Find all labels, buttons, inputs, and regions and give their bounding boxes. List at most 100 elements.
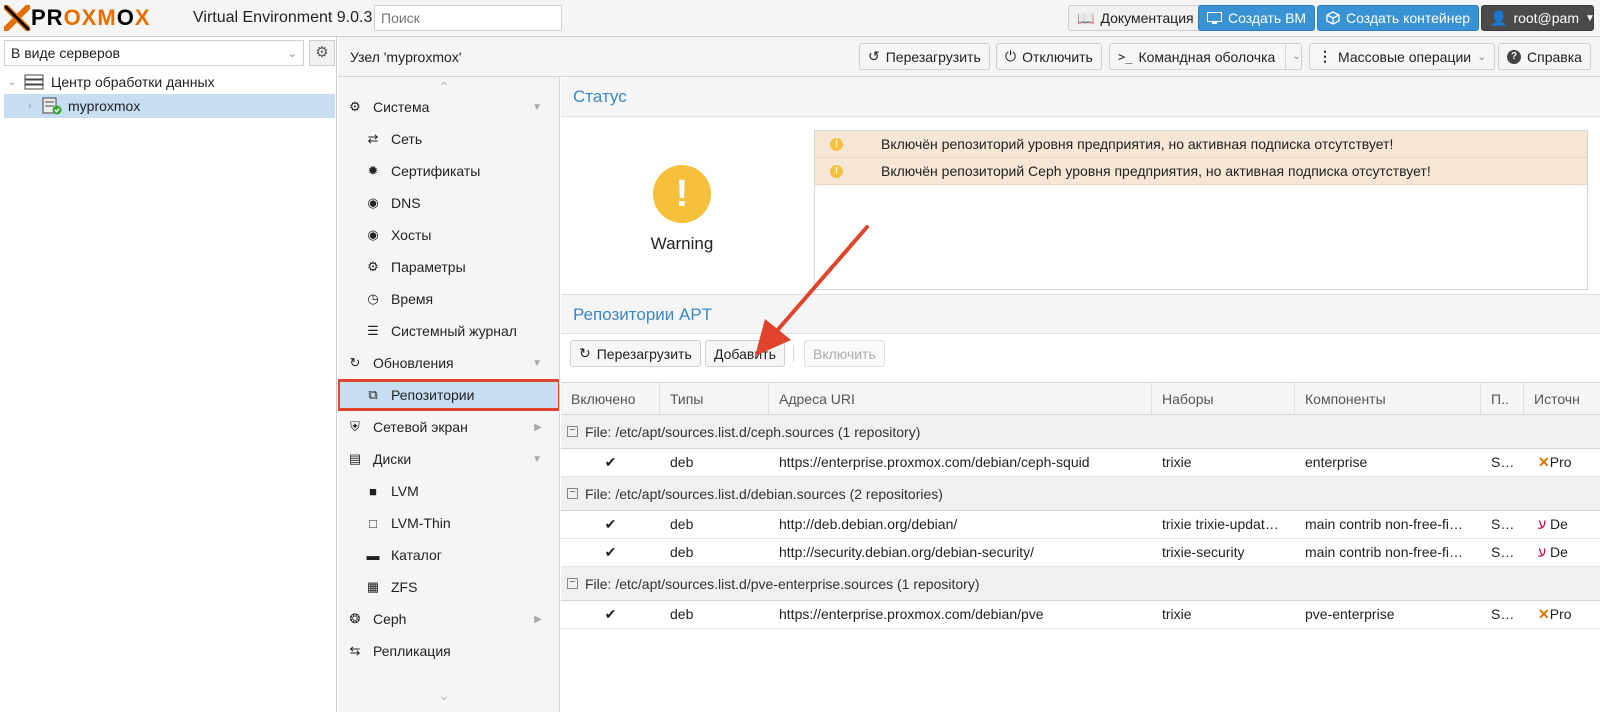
- table-row[interactable]: ✔ deb http://security.debian.org/debian-…: [561, 539, 1600, 567]
- nav-item-zfs[interactable]: ▦ ZFS: [338, 572, 559, 602]
- hdd-icon: ▤: [348, 451, 362, 466]
- nav-item-syslog[interactable]: ☰ Системный журнал: [338, 316, 559, 346]
- group-header[interactable]: − File: /etc/apt/sources.list.d/ceph.sou…: [561, 415, 1600, 449]
- column-header[interactable]: П..: [1481, 383, 1524, 415]
- scroll-down-icon[interactable]: ⌄: [438, 687, 450, 704]
- nav-item-hosts[interactable]: ◉ Хосты: [338, 220, 559, 250]
- nav-item-dns[interactable]: ◉ DNS: [338, 188, 559, 218]
- cell-p: S…: [1491, 516, 1515, 532]
- folder-icon: ▬: [366, 547, 380, 563]
- nav-item-options[interactable]: ⚙ Параметры: [338, 252, 559, 282]
- exchange-icon: ⇄: [367, 131, 379, 146]
- nav-item-certificates[interactable]: ✹ Сертификаты: [338, 156, 559, 186]
- group-header[interactable]: − File: /etc/apt/sources.list.d/pve-ente…: [561, 567, 1600, 601]
- nav-item-system[interactable]: ⚙ Система ▼: [338, 92, 559, 122]
- cell-origin: ✕Pro: [1538, 454, 1572, 470]
- version-label: Virtual Environment 9.0.3: [193, 9, 373, 26]
- bulk-actions-button[interactable]: ⋮ Массовые операции ⌄: [1309, 43, 1496, 70]
- chevron-down-icon[interactable]: ⌄: [1285, 44, 1301, 69]
- debian-swirl-icon: ע: [1538, 516, 1547, 532]
- grid-header: Включено Типы Адреса URI Наборы Компонен…: [561, 382, 1600, 415]
- help-button[interactable]: ? Справка: [1498, 43, 1591, 70]
- nav-item-lvm[interactable]: ■ LVM: [338, 476, 559, 506]
- cell-uri: http://deb.debian.org/debian/: [779, 516, 958, 532]
- column-header[interactable]: Типы: [660, 383, 769, 415]
- shield-icon: ⛨: [350, 419, 360, 434]
- status-message: ! Включён репозиторий Ceph уровня предпр…: [815, 158, 1587, 185]
- tree-item-datacenter[interactable]: ⌄ Центр обработки данных: [4, 70, 335, 94]
- cell-type: deb: [670, 606, 694, 622]
- nav-item-disks[interactable]: ▤ Диски ▼: [338, 444, 559, 474]
- warning-icon: !: [830, 164, 843, 178]
- user-icon: 👤: [1490, 9, 1508, 26]
- nav-item-time[interactable]: ◷ Время: [338, 284, 559, 314]
- shutdown-button[interactable]: ⏻ Отключить: [996, 43, 1102, 70]
- cell-suites: trixie trixie-updat…: [1162, 516, 1279, 532]
- documentation-button[interactable]: 📖 Документация: [1068, 5, 1203, 31]
- resource-tree-panel: В виде серверов ⌄ ⚙ ⌄ Центр обработки да…: [0, 37, 337, 712]
- debian-swirl-icon: ע: [1538, 544, 1547, 560]
- cell-origin: ע De: [1538, 544, 1568, 560]
- content-area: Статус ! Warning ! Включён репозиторий у…: [561, 77, 1600, 712]
- cell-suites: trixie: [1162, 606, 1192, 622]
- column-header[interactable]: Наборы: [1152, 383, 1295, 415]
- column-header[interactable]: Включено: [561, 383, 660, 415]
- table-row[interactable]: ✔ deb http://deb.debian.org/debian/ trix…: [561, 511, 1600, 539]
- collapse-icon: −: [567, 488, 578, 499]
- repo-icon: ⧉: [368, 387, 378, 402]
- column-header[interactable]: Источн: [1524, 383, 1600, 415]
- refresh-icon: ↻: [579, 345, 591, 361]
- globe-icon: ◉: [367, 195, 379, 210]
- node-nav-menu: ⌃ ⚙ Система ▼ ⇄ Сеть ✹ Сертификаты ◉ DNS…: [338, 77, 560, 712]
- tree-item-node[interactable]: › myproxmox: [4, 94, 335, 118]
- check-icon: ✔: [604, 544, 617, 560]
- group-header[interactable]: − File: /etc/apt/sources.list.d/debian.s…: [561, 477, 1600, 511]
- view-select[interactable]: В виде серверов ⌄: [4, 40, 304, 66]
- proxmox-logo[interactable]: PROXMOX: [4, 3, 151, 33]
- check-icon: ✔: [604, 516, 617, 532]
- cell-p: S…: [1491, 454, 1515, 470]
- table-row[interactable]: ✔ deb https://enterprise.proxmox.com/deb…: [561, 601, 1600, 629]
- nav-item-network[interactable]: ⇄ Сеть: [338, 124, 559, 154]
- power-icon: ⏻: [1005, 48, 1017, 64]
- tree-settings-button[interactable]: ⚙: [309, 40, 335, 66]
- user-menu-button[interactable]: 👤 root@pam ▼: [1481, 5, 1595, 31]
- terminal-icon: >_: [1118, 49, 1133, 64]
- column-header[interactable]: Адреса URI: [769, 383, 1152, 415]
- gear-icon: ⚙: [367, 259, 379, 274]
- proxmox-x-icon: [4, 5, 30, 31]
- apt-panel-title: Репозитории APT: [561, 294, 1600, 334]
- shell-button[interactable]: >_ Командная оболочка ⌄: [1109, 43, 1302, 70]
- table-row[interactable]: ✔ deb https://enterprise.proxmox.com/deb…: [561, 449, 1600, 477]
- reload-button[interactable]: ↻ Перезагрузить: [570, 340, 701, 367]
- cell-type: deb: [670, 544, 694, 560]
- cell-components: main contrib non-free-fi…: [1305, 516, 1463, 532]
- nav-item-directory[interactable]: ▬ Каталог: [338, 540, 559, 570]
- nav-item-lvm-thin[interactable]: □ LVM-Thin: [338, 508, 559, 538]
- ellipsis-vertical-icon: ⋮: [1318, 48, 1332, 64]
- nav-item-replication[interactable]: ⇆ Репликация: [338, 636, 559, 666]
- undo-icon: ↺: [868, 48, 880, 64]
- create-container-button[interactable]: Создать контейнер: [1317, 5, 1480, 31]
- cell-suites: trixie-security: [1162, 544, 1245, 560]
- apt-toolbar: ↻ Перезагрузить Добавить Включить: [561, 333, 1600, 377]
- chevron-down-icon: ▼: [532, 453, 542, 465]
- chevron-right-icon: ▶: [534, 613, 542, 625]
- nav-item-repositories[interactable]: ⧉ Репозитории: [338, 379, 559, 411]
- column-header[interactable]: Компоненты: [1295, 383, 1481, 415]
- cell-uri: http://security.debian.org/debian-securi…: [779, 544, 1034, 560]
- nav-item-updates[interactable]: ↻ Обновления ▼: [338, 348, 559, 378]
- create-vm-button[interactable]: Создать ВМ: [1198, 5, 1316, 31]
- chevron-down-icon: ⌄: [287, 48, 297, 60]
- list-icon: ☰: [367, 323, 379, 338]
- status-panel-title: Статус: [561, 77, 1600, 117]
- reboot-button[interactable]: ↺ Перезагрузить: [859, 43, 990, 70]
- nav-item-firewall[interactable]: ⛨ Сетевой экран ▶: [338, 412, 559, 442]
- cell-p: S…: [1491, 606, 1515, 622]
- nav-item-ceph[interactable]: ❂ Ceph ▶: [338, 604, 559, 634]
- collapse-icon: −: [567, 426, 578, 437]
- cell-origin: ע De: [1538, 516, 1568, 532]
- proxmox-x-icon: ✕: [1538, 606, 1550, 622]
- brand-wordmark: PROXMOX: [31, 5, 151, 30]
- search-input[interactable]: [374, 5, 562, 31]
